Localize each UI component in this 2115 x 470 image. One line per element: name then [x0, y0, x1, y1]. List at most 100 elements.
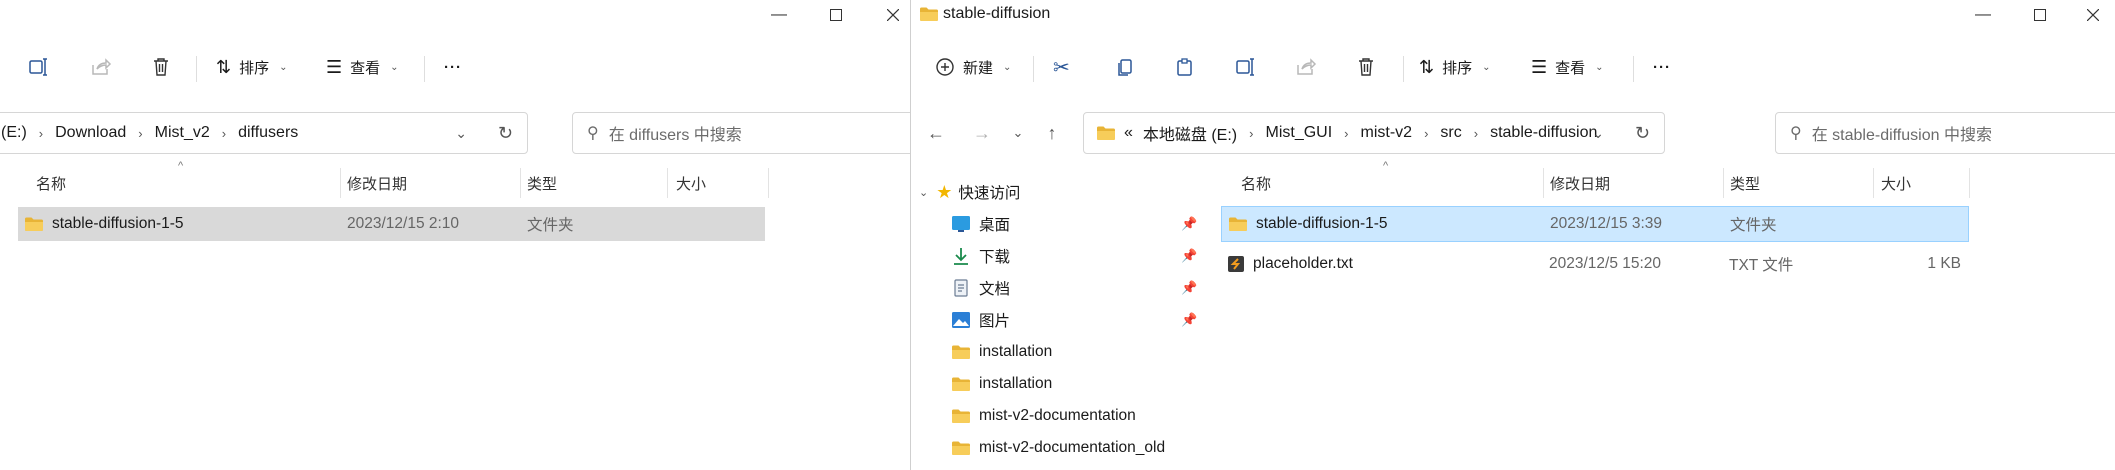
folder-icon [919, 6, 939, 22]
rename-icon [1236, 58, 1254, 76]
paste-button[interactable] [1175, 49, 1195, 85]
forward-button[interactable]: → [969, 120, 995, 146]
file-name: placeholder.txt [1253, 255, 1353, 272]
breadcrumb-item[interactable]: Mist_GUI [1265, 124, 1332, 142]
left-titlebar: — [0, 0, 910, 30]
file-name: stable-diffusion-1-5 [52, 215, 184, 232]
tree-label: mist-v2-documentation_old [979, 439, 1166, 456]
rename-button[interactable] [28, 49, 50, 85]
tree-quick-access[interactable]: ⌄ ★ 快速访问 [919, 176, 1020, 208]
close-icon [887, 9, 899, 21]
navigation-pane: ⌄ ★ 快速访问 桌面 📌 下载 📌 文档 📌 图片 📌 installatio… [911, 176, 1211, 470]
breadcrumb-item[interactable]: (E:) [1, 124, 27, 142]
maximize-button[interactable] [813, 0, 859, 30]
left-breadcrumb[interactable]: (E:) › Download › Mist_v2 › diffusers ⌄ … [0, 112, 528, 154]
tree-item-folder[interactable]: installation [951, 336, 1052, 368]
maximize-icon [2034, 9, 2046, 21]
minimize-button[interactable]: — [756, 0, 802, 30]
new-button[interactable]: 新建 ⌄ [935, 49, 1011, 85]
tree-label: 文档 [979, 281, 1011, 298]
rename-button[interactable] [1235, 49, 1257, 85]
trash-icon [1359, 58, 1373, 76]
search-placeholder: 在 diffusers 中搜索 [608, 127, 742, 144]
tree-item-folder[interactable]: installation [951, 368, 1052, 400]
tree-item-pictures[interactable]: 图片 📌 [951, 304, 1221, 336]
more-button[interactable]: ··· [444, 49, 462, 85]
refresh-icon[interactable]: ↻ [498, 123, 513, 144]
close-button[interactable] [870, 0, 910, 30]
chevron-down-icon: ⌄ [279, 61, 288, 73]
search-icon: ⚲ [587, 125, 599, 142]
tree-label: 下载 [979, 249, 1011, 266]
right-breadcrumb[interactable]: « 本地磁盘 (E:) › Mist_GUI › mist-v2 › src ›… [1083, 112, 1665, 154]
tree-item-desktop[interactable]: 桌面 📌 [951, 208, 1221, 240]
breadcrumb-item[interactable]: Download [55, 124, 126, 142]
sort-button[interactable]: ⇅ 排序 ⌄ [216, 49, 288, 85]
file-row[interactable]: stable-diffusion-1-5 2023/12/15 3:39 文件夹 [1221, 206, 1969, 242]
tree-item-downloads[interactable]: 下载 📌 [951, 240, 1221, 272]
copy-button[interactable] [1115, 49, 1135, 85]
folder-icon [951, 376, 971, 392]
history-dropdown-icon[interactable]: ⌄ [455, 125, 467, 142]
new-label: 新建 [963, 59, 994, 77]
column-header-date[interactable]: 修改日期 [347, 168, 407, 198]
chevron-right-icon: › [1424, 125, 1429, 141]
breadcrumb-overflow[interactable]: « [1124, 124, 1133, 142]
breadcrumb-item[interactable]: diffusers [238, 124, 298, 142]
breadcrumb-item[interactable]: src [1440, 124, 1461, 142]
breadcrumb-item[interactable]: Mist_v2 [155, 124, 210, 142]
folder-icon [951, 408, 971, 424]
file-row[interactable]: stable-diffusion-1-5 2023/12/15 2:10 文件夹 [18, 207, 765, 241]
view-button[interactable]: ☰ 查看 ⌄ [326, 49, 399, 85]
arrow-right-icon: → [973, 122, 991, 143]
delete-button[interactable] [150, 49, 172, 85]
up-button[interactable]: ↑ [1039, 120, 1065, 146]
column-header-date[interactable]: 修改日期 [1550, 168, 1610, 198]
paste-icon [1177, 58, 1192, 76]
sort-button[interactable]: ⇅ 排序 ⌄ [1419, 49, 1491, 85]
tree-item-folder[interactable]: mist-v2-documentation [951, 400, 1136, 432]
breadcrumb-item[interactable]: mist-v2 [1361, 124, 1413, 142]
column-header-type[interactable]: 类型 [1730, 168, 1760, 198]
sort-ascending-icon: ^ [1383, 160, 1389, 172]
download-icon [954, 248, 968, 265]
history-dropdown-icon[interactable]: ⌄ [1592, 125, 1604, 142]
column-header-size[interactable]: 大小 [676, 168, 706, 198]
folder-icon [1096, 125, 1116, 141]
left-search-box[interactable]: ⚲ 在 diffusers 中搜索 [572, 112, 910, 154]
column-header-size[interactable]: 大小 [1881, 168, 1911, 198]
right-search-box[interactable]: ⚲ 在 stable-diffusion 中搜索 [1775, 112, 2115, 154]
maximize-button[interactable] [2017, 0, 2063, 30]
delete-button[interactable] [1355, 49, 1377, 85]
view-label: 查看 [1555, 59, 1586, 77]
sort-label: 排序 [1442, 59, 1473, 77]
file-type: TXT 文件 [1729, 257, 1794, 274]
more-button[interactable]: ··· [1653, 49, 1671, 85]
tree-item-folder[interactable]: mist-v2-documentation_old [951, 432, 1165, 464]
column-header-name[interactable]: 名称 [1241, 168, 1271, 198]
file-date: 2023/12/15 3:39 [1550, 215, 1663, 232]
file-date: 2023/12/15 2:10 [347, 215, 460, 232]
view-button[interactable]: ☰ 查看 ⌄ [1531, 49, 1604, 85]
close-button[interactable] [2070, 0, 2115, 30]
tree-label: 桌面 [979, 217, 1011, 234]
back-button[interactable]: ← [923, 120, 949, 146]
column-header-name[interactable]: 名称 [36, 168, 66, 198]
breadcrumb-item[interactable]: stable-diffusion [1490, 124, 1597, 142]
refresh-icon[interactable]: ↻ [1635, 123, 1650, 144]
view-icon: ☰ [1531, 56, 1548, 77]
share-button[interactable] [90, 49, 112, 85]
recent-locations-button[interactable]: ⌄ [1005, 120, 1031, 146]
breadcrumb-item[interactable]: 本地磁盘 (E:) [1143, 121, 1237, 145]
right-address-bar: ← → ⌄ ↑ « 本地磁盘 (E:) › Mist_GUI › mist-v2… [911, 112, 2115, 154]
file-row[interactable]: placeholder.txt 2023/12/5 15:20 TXT 文件 1… [1221, 247, 1967, 281]
column-header-type[interactable]: 类型 [527, 168, 557, 198]
sort-ascending-icon: ^ [178, 160, 184, 172]
cut-button[interactable]: ✂ [1053, 49, 1070, 85]
rename-icon [29, 58, 47, 76]
folder-icon [951, 440, 971, 456]
tree-item-documents[interactable]: 文档 📌 [951, 272, 1221, 304]
minimize-button[interactable]: — [1960, 0, 2006, 30]
share-button[interactable] [1295, 49, 1317, 85]
right-toolbar: 新建 ⌄ ✂ ⇅ 排序 ⌄ ☰ 查看 ⌄ ··· [911, 40, 2115, 94]
